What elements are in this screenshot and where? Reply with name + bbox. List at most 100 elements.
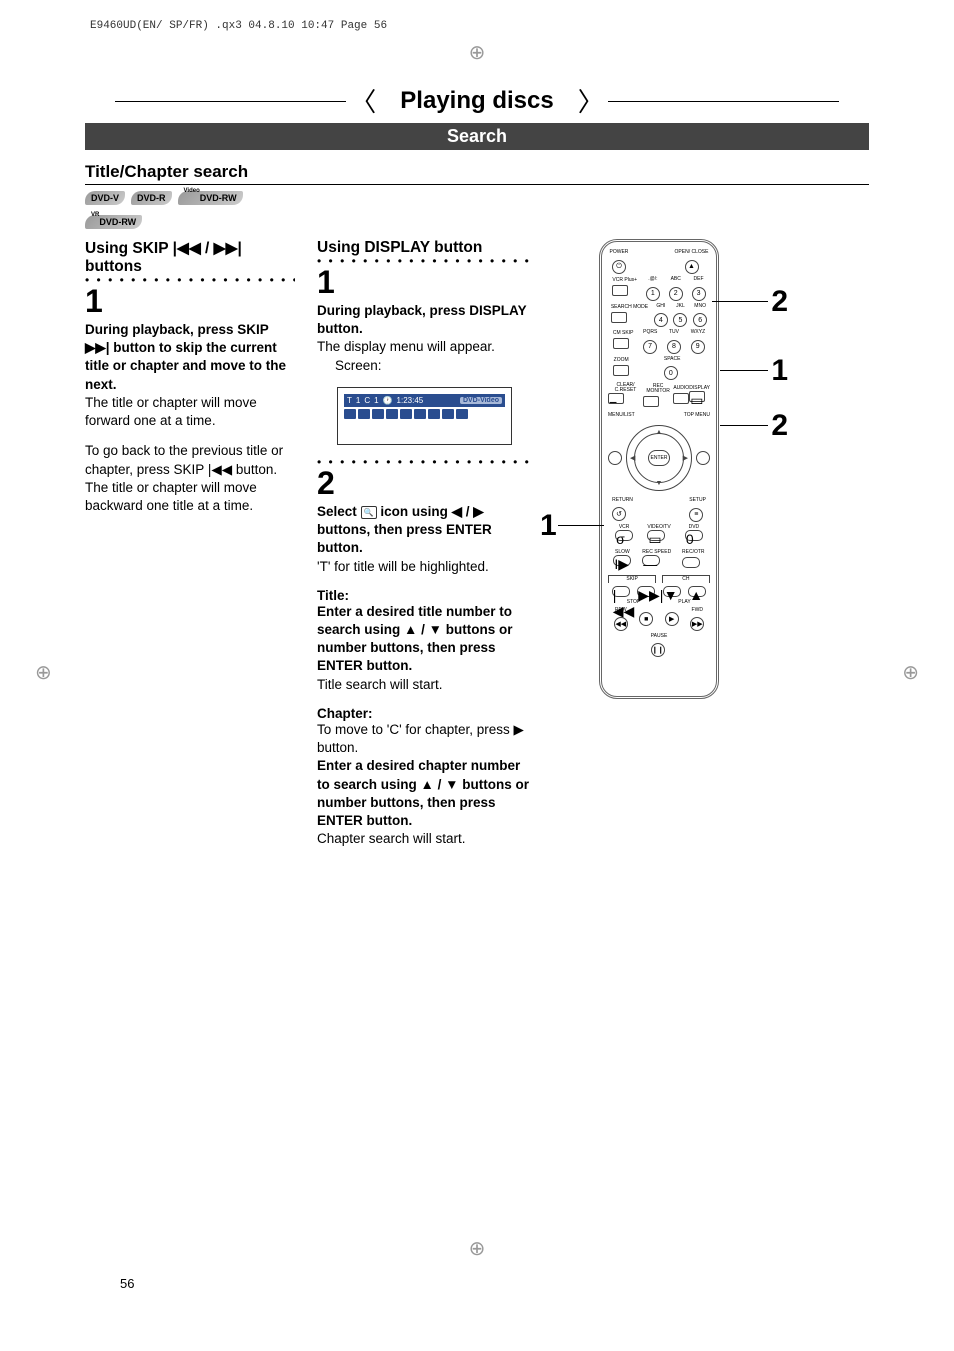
rec-otr-button[interactable] (682, 557, 700, 568)
nav-left-icon[interactable]: ◀ (630, 454, 635, 462)
screen-t: T (347, 396, 352, 405)
title-reg: Title search will start. (317, 677, 443, 692)
callout-left-1: 1 (540, 509, 557, 543)
num-7[interactable]: 7 (643, 340, 657, 354)
rec-monitor-button[interactable] (643, 396, 659, 407)
stop-button[interactable]: ■ (639, 612, 653, 626)
open-close-label: OPEN/ CLOSE (675, 250, 709, 255)
return-label: RETURN (612, 498, 633, 503)
rew-button[interactable]: ◀◀ (614, 617, 628, 631)
vcr-plus-button[interactable] (612, 285, 628, 296)
enter-button[interactable]: ENTER (648, 450, 670, 466)
return-button[interactable]: ↺ (612, 507, 626, 521)
section-title: Title/Chapter search (85, 162, 869, 185)
mini-icon (414, 409, 426, 419)
nav-down-icon[interactable]: ▼ (656, 480, 663, 487)
slow-button[interactable]: I▶ (613, 555, 631, 566)
title-banner: 〈 Playing discs 〉 (85, 82, 869, 119)
crop-mark-icon: ⊕ (35, 660, 52, 685)
vcr-button[interactable]: σ (615, 530, 633, 541)
display-button[interactable]: ▭ (689, 391, 705, 402)
pause-button[interactable]: ❙❙ (651, 643, 665, 657)
def-label: DEF (692, 277, 706, 282)
power-button[interactable]: ⏻ (612, 260, 626, 274)
top-menu-button[interactable] (696, 451, 710, 465)
dots-divider: • • • • • • • • • • • • • • • • • • • • … (85, 277, 295, 283)
vcr-plus-label: VCR Plus+ (612, 278, 637, 283)
screen-t-val: 1 (356, 396, 360, 405)
title-heading: Title: (317, 588, 532, 603)
num-0[interactable]: 0 (664, 366, 678, 380)
method-title-display: Using DISPLAY button (317, 239, 532, 257)
badge-dvd-rw-vr: VRDVD-RW (85, 215, 142, 229)
num-3[interactable]: 3 (692, 287, 706, 301)
cm-skip-button[interactable] (613, 338, 629, 349)
badge-text: DVD-RW (99, 217, 136, 227)
power-label: POWER (610, 250, 629, 255)
dvd-button[interactable]: 0 (685, 530, 703, 541)
skip-prev-button[interactable]: |◀◀ (612, 586, 630, 597)
wxyz-label: WXYZ (691, 330, 705, 335)
num-9[interactable]: 9 (691, 340, 705, 354)
chapter-heading: Chapter: (317, 706, 532, 721)
chevron-right-icon: 〉 (574, 82, 608, 119)
open-close-button[interactable]: ▲ (685, 260, 699, 274)
abc-label: ABC (669, 277, 683, 282)
skip-next-button[interactable]: ▶▶| (637, 586, 655, 597)
badge-sup: VR (91, 212, 99, 218)
mini-icon (344, 409, 356, 419)
num-4[interactable]: 4 (654, 313, 668, 327)
tuv-label: TUV (667, 330, 681, 335)
column-middle: Using DISPLAY button • • • • • • • • • •… (317, 239, 532, 848)
nav-ring[interactable]: ▲ ▼ ◀ ▶ ENTER (626, 425, 692, 491)
search-mode-label: SEARCH MODE (611, 305, 648, 310)
num-at-label: .@/: (646, 277, 660, 282)
search-mode-button[interactable] (611, 312, 627, 323)
mini-icon (386, 409, 398, 419)
num-2[interactable]: 2 (669, 287, 683, 301)
num-8[interactable]: 8 (667, 340, 681, 354)
zoom-button[interactable] (613, 365, 629, 376)
clear-button[interactable]: − (608, 393, 624, 404)
video-tv-button[interactable]: ▭ (647, 530, 665, 541)
mini-icon (428, 409, 440, 419)
fwd-label: FWD (690, 608, 704, 613)
disc-badges-row2: VRDVD-RW (85, 215, 869, 229)
num-5[interactable]: 5 (673, 313, 687, 327)
doc-header-meta: E9460UD(EN/ SP/FR) .qx3 04.8.10 10:47 Pa… (85, 20, 869, 32)
screen-bar: T 1 C 1 🕐 1:23:45 DVD-Video (344, 394, 505, 407)
chapter-bold: Enter a desired chapter number to search… (317, 758, 529, 828)
play-label: PLAY (659, 600, 710, 605)
rec-speed-button[interactable]: — (642, 555, 660, 566)
remote-control: POWER ⏻ OPEN/ CLOSE ▲ VCR Plus+ .@/: 1 AB… (599, 239, 719, 699)
callout-line (558, 525, 604, 526)
ghi-label: GHI (654, 304, 668, 309)
setup-button[interactable]: ≡ (689, 508, 703, 522)
ch-group-label: CH (662, 575, 710, 583)
num-6[interactable]: 6 (693, 313, 707, 327)
screen-icon-row (344, 409, 505, 419)
page-number: 56 (120, 1276, 134, 1291)
nav-up-icon[interactable]: ▲ (656, 429, 663, 436)
screen-c-val: 1 (374, 396, 378, 405)
chevron-left-icon: 〈 (346, 82, 380, 119)
method-title-skip: Using SKIP |◀◀ / ▶▶| buttons (85, 239, 295, 276)
mid-p1-bold: During playback, press DISPLAY button. (317, 303, 526, 336)
callout-line (720, 370, 768, 371)
dots-divider: • • • • • • • • • • • • • • • • • • • • … (317, 459, 532, 465)
fwd-button[interactable]: ▶▶ (690, 617, 704, 631)
num-1[interactable]: 1 (646, 287, 660, 301)
screen-label: Screen: (317, 358, 382, 373)
nav-right-icon[interactable]: ▶ (683, 454, 688, 462)
callout-2a: 2 (771, 285, 788, 319)
badge-dvd-r: DVD-R (131, 191, 172, 205)
ch-down-button[interactable]: ▼ (663, 586, 681, 597)
column-left: Using SKIP |◀◀ / ▶▶| buttons • • • • • •… (85, 239, 295, 527)
play-button[interactable]: ▶ (665, 612, 679, 626)
ch-up-button[interactable]: ▲ (688, 586, 706, 597)
search-icon: 🔍 (361, 506, 377, 519)
clear-label: CLEAR/ C.RESET (608, 383, 643, 393)
display-label: DISPLAY (689, 386, 710, 391)
menu-list-button[interactable] (608, 451, 622, 465)
audio-button[interactable] (673, 393, 689, 404)
